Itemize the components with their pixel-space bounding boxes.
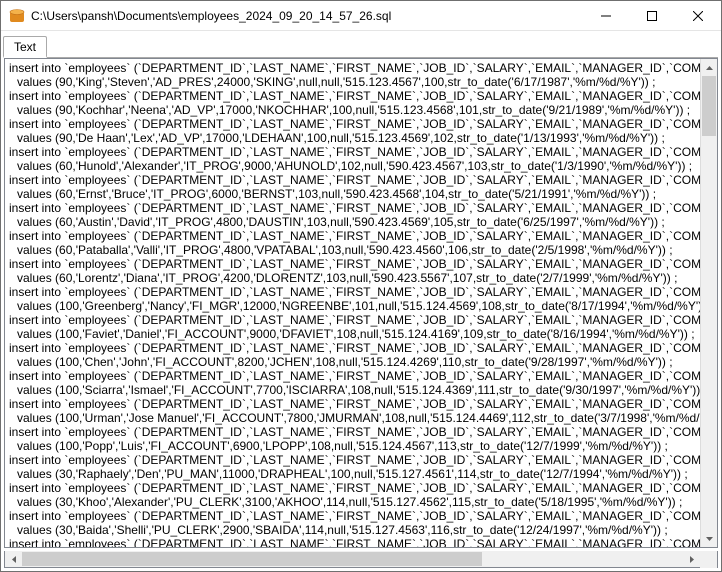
text-line: insert into `employees` (`DEPARTMENT_ID`… [9, 509, 698, 523]
scroll-left-button[interactable] [5, 551, 22, 567]
scroll-up-button[interactable] [701, 59, 717, 76]
window: C:\Users\pansh\Documents\employees_2024_… [0, 0, 722, 572]
text-line: values (90,'King','Steven','AD_PRES',240… [9, 75, 698, 89]
text-line: values (60,'Pataballa','Valli','IT_PROG'… [9, 243, 698, 257]
text-line: values (100,'Urman','Jose Manuel','FI_AC… [9, 411, 698, 425]
text-line: insert into `employees` (`DEPARTMENT_ID`… [9, 397, 698, 411]
text-line: values (60,'Ernst','Bruce','IT_PROG',600… [9, 187, 698, 201]
window-title: C:\Users\pansh\Documents\employees_2024_… [31, 9, 583, 23]
text-line: values (100,'Greenberg','Nancy','FI_MGR'… [9, 299, 698, 313]
horizontal-scroll-track[interactable] [22, 551, 683, 567]
scroll-down-button[interactable] [701, 530, 717, 547]
text-line: values (100,'Chen','John','FI_ACCOUNT',8… [9, 355, 698, 369]
text-line: values (90,'Kochhar','Neena','AD_VP',170… [9, 103, 698, 117]
text-line: values (100,'Faviet','Daniel','FI_ACCOUN… [9, 327, 698, 341]
text-line: insert into `employees` (`DEPARTMENT_ID`… [9, 117, 698, 131]
text-line: insert into `employees` (`DEPARTMENT_ID`… [9, 201, 698, 215]
text-line: values (60,'Lorentz','Diana','IT_PROG',4… [9, 271, 698, 285]
text-line: insert into `employees` (`DEPARTMENT_ID`… [9, 369, 698, 383]
text-line: insert into `employees` (`DEPARTMENT_ID`… [9, 61, 698, 75]
minimize-button[interactable] [583, 1, 629, 30]
scroll-corner [700, 551, 717, 568]
text-line: insert into `employees` (`DEPARTMENT_ID`… [9, 89, 698, 103]
text-pane: insert into `employees` (`DEPARTMENT_ID`… [4, 58, 718, 548]
horizontal-scrollbar[interactable] [4, 551, 718, 568]
maximize-button[interactable] [629, 1, 675, 30]
text-line: insert into `employees` (`DEPARTMENT_ID`… [9, 285, 698, 299]
content-area: insert into `employees` (`DEPARTMENT_ID`… [4, 57, 718, 548]
text-line: insert into `employees` (`DEPARTMENT_ID`… [9, 173, 698, 187]
text-line: insert into `employees` (`DEPARTMENT_ID`… [9, 313, 698, 327]
text-line: insert into `employees` (`DEPARTMENT_ID`… [9, 537, 698, 547]
window-controls [583, 1, 721, 30]
tab-bar: Text [1, 31, 721, 57]
text-content[interactable]: insert into `employees` (`DEPARTMENT_ID`… [5, 59, 700, 547]
text-line: values (100,'Popp','Luis','FI_ACCOUNT',6… [9, 439, 698, 453]
text-line: values (100,'Sciarra','Ismael','FI_ACCOU… [9, 383, 698, 397]
close-button[interactable] [675, 1, 721, 30]
text-line: values (30,'Khoo','Alexander','PU_CLERK'… [9, 495, 698, 509]
vertical-scroll-thumb[interactable] [702, 76, 716, 136]
app-icon [9, 8, 25, 24]
text-line: insert into `employees` (`DEPARTMENT_ID`… [9, 229, 698, 243]
horizontal-scroll-thumb[interactable] [22, 552, 482, 566]
text-line: insert into `employees` (`DEPARTMENT_ID`… [9, 481, 698, 495]
scroll-right-button[interactable] [683, 551, 700, 567]
text-line: values (30,'Raphaely','Den','PU_MAN',110… [9, 467, 698, 481]
text-line: insert into `employees` (`DEPARTMENT_ID`… [9, 145, 698, 159]
text-line: values (60,'Hunold','Alexander','IT_PROG… [9, 159, 698, 173]
text-line: insert into `employees` (`DEPARTMENT_ID`… [9, 341, 698, 355]
titlebar[interactable]: C:\Users\pansh\Documents\employees_2024_… [1, 1, 721, 31]
tab-text[interactable]: Text [3, 36, 47, 58]
text-line: insert into `employees` (`DEPARTMENT_ID`… [9, 453, 698, 467]
vertical-scroll-track[interactable] [701, 76, 717, 530]
vertical-scrollbar[interactable] [700, 59, 717, 547]
text-line: values (90,'De Haan','Lex','AD_VP',17000… [9, 131, 698, 145]
text-line: values (30,'Baida','Shelli','PU_CLERK',2… [9, 523, 698, 537]
text-line: values (60,'Austin','David','IT_PROG',48… [9, 215, 698, 229]
text-line: insert into `employees` (`DEPARTMENT_ID`… [9, 257, 698, 271]
text-line: insert into `employees` (`DEPARTMENT_ID`… [9, 425, 698, 439]
